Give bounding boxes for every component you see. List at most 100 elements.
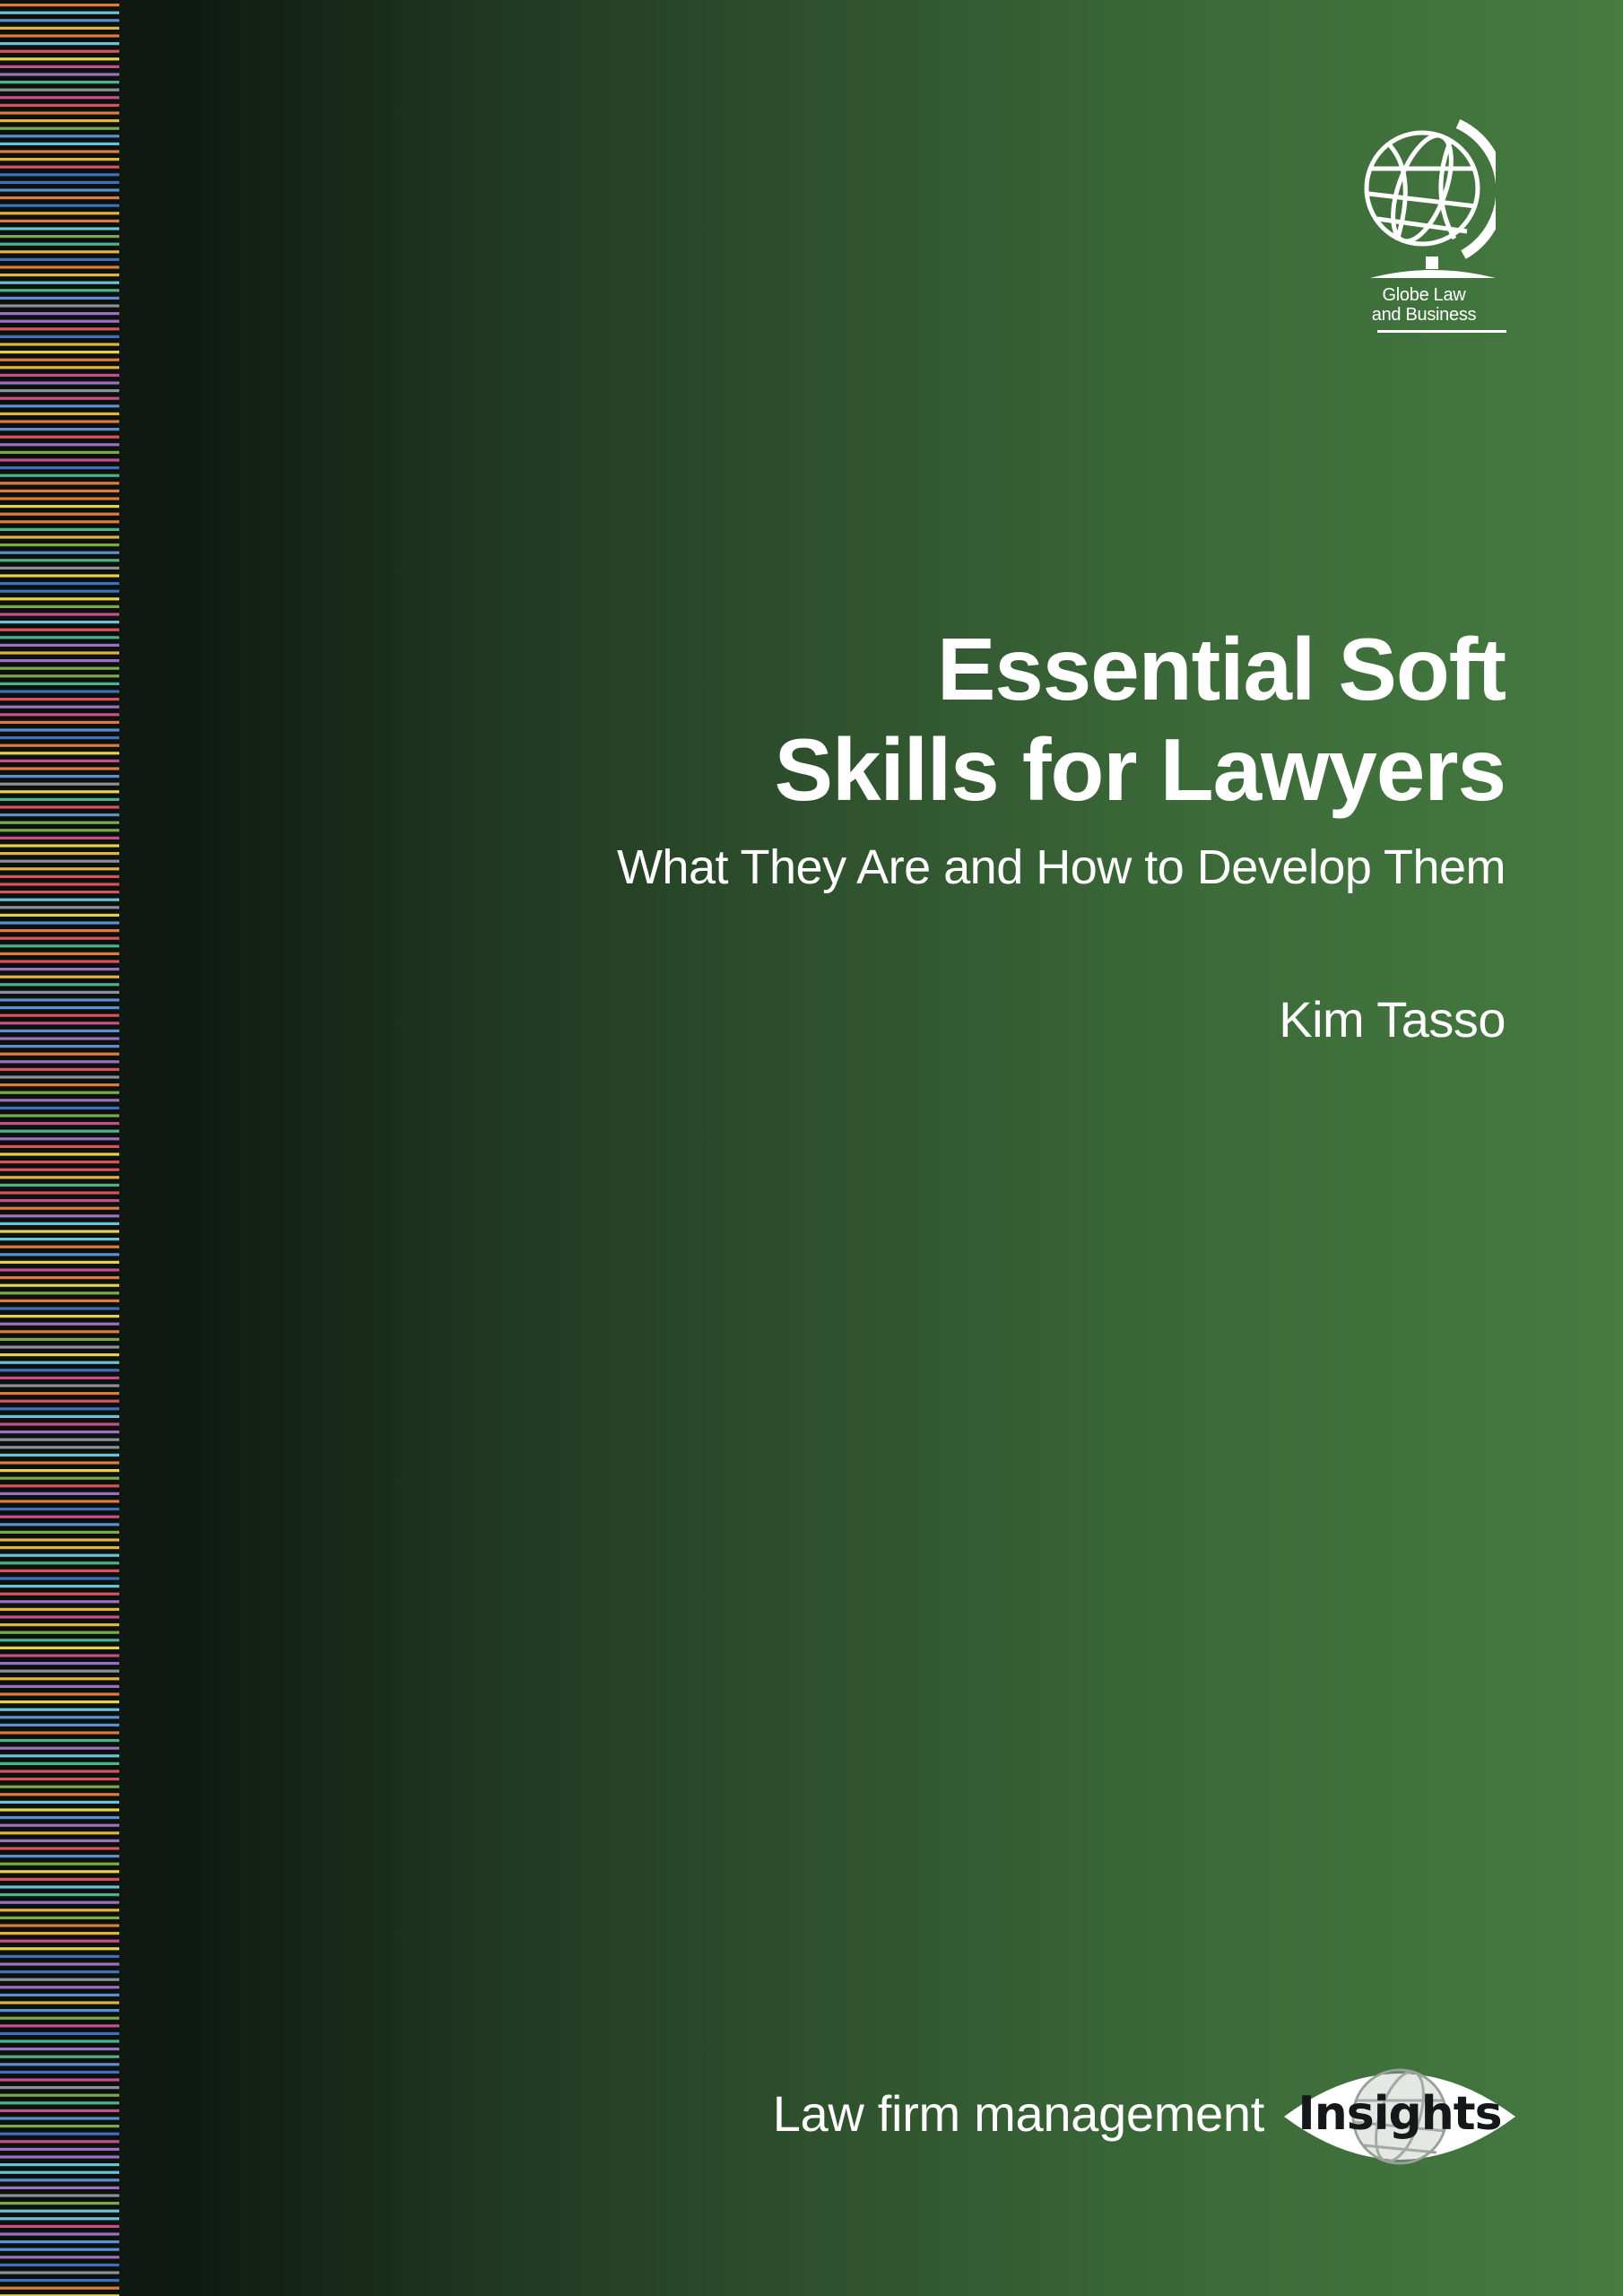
stripe-line: [0, 1137, 119, 1141]
stripe-line: [0, 1530, 119, 1534]
stripe-line: [0, 728, 119, 732]
stripe-line: [0, 651, 119, 655]
stripe-line: [0, 998, 119, 1002]
stripe-line: [0, 2048, 119, 2051]
stripe-line: [0, 720, 119, 724]
stripe-line: [0, 520, 119, 524]
stripe-line: [0, 604, 119, 608]
stripe-line: [0, 805, 119, 809]
stripe-line: [0, 1700, 119, 1704]
stripe-line: [0, 2024, 119, 2028]
stripe-line: [0, 1476, 119, 1480]
stripe-line: [0, 396, 119, 400]
stripe-line: [0, 1639, 119, 1642]
stripe-line: [0, 1292, 119, 1295]
stripe-line: [0, 1839, 119, 1842]
stripe-line: [0, 65, 119, 68]
stripe-line: [0, 535, 119, 539]
stripe-line: [0, 2078, 119, 2082]
stripe-line: [0, 1916, 119, 1919]
stripe-line: [0, 312, 119, 316]
stripe-line: [0, 852, 119, 856]
stripe-line: [0, 242, 119, 246]
stripe-line: [0, 1438, 119, 1441]
stripe-line: [0, 1099, 119, 1102]
stripe-line: [0, 775, 119, 778]
color-stripe-band: [0, 0, 119, 2296]
stripe-line: [0, 165, 119, 169]
stripe-line: [0, 790, 119, 794]
stripe-line: [0, 574, 119, 578]
stripe-line: [0, 1770, 119, 1773]
stripe-line: [0, 2240, 119, 2244]
stripe-line: [0, 119, 119, 123]
stripe-line: [0, 1083, 119, 1087]
stripe-line: [0, 705, 119, 709]
stripe-line: [0, 2224, 119, 2228]
stripe-line: [0, 983, 119, 987]
stripe-line: [0, 2286, 119, 2290]
stripe-line: [0, 1299, 119, 1302]
stripe-line: [0, 1793, 119, 1796]
stripe-line: [0, 1222, 119, 1225]
stripe-line: [0, 2202, 119, 2205]
stripe-line: [0, 150, 119, 153]
stripe-line: [0, 582, 119, 586]
publisher-name-line-2: and Business: [1371, 305, 1477, 325]
stripe-line: [0, 2055, 119, 2058]
stripe-line: [0, 736, 119, 740]
publisher-logo: Globe Law and Business: [1363, 113, 1506, 337]
stripe-line: [0, 173, 119, 177]
stripe-line: [0, 458, 119, 462]
stripe-line: [0, 1361, 119, 1364]
stripe-line: [0, 1492, 119, 1495]
stripe-line: [0, 1808, 119, 1812]
stripe-line: [0, 566, 119, 570]
stripe-line: [0, 2248, 119, 2251]
stripe-line: [0, 1561, 119, 1565]
stripe-line: [0, 821, 119, 824]
stripe-line: [0, 1877, 119, 1881]
stripe-line: [0, 674, 119, 678]
stripe-line: [0, 1924, 119, 1927]
stripe-line: [0, 1754, 119, 1758]
stripe-line: [0, 1322, 119, 1326]
stripe-line: [0, 204, 119, 207]
stripe-line: [0, 759, 119, 762]
stripe-line: [0, 659, 119, 663]
book-title-line-2: Skills for Lawyers: [774, 720, 1506, 819]
stripe-line: [0, 1006, 119, 1010]
series-label: Law firm management: [772, 2085, 1265, 2142]
stripe-line: [0, 2271, 119, 2274]
stripe-line: [0, 450, 119, 454]
stripe-line: [0, 589, 119, 593]
stripe-line: [0, 327, 119, 331]
stripe-line: [0, 559, 119, 562]
title-block: Essential Soft Skills for Lawyers What T…: [430, 619, 1506, 1049]
stripe-line: [0, 2109, 119, 2112]
stripe-line: [0, 1315, 119, 1318]
stripe-line: [0, 698, 119, 701]
stripe-line: [0, 544, 119, 547]
stripe-line: [0, 265, 119, 269]
stripe-line: [0, 1238, 119, 1241]
stripe-line: [0, 1152, 119, 1156]
stripe-line: [0, 527, 119, 531]
stripe-line: [0, 34, 119, 38]
stripe-pattern: [0, 4, 119, 2296]
stripe-line: [0, 1484, 119, 1488]
stripe-line: [0, 2101, 119, 2105]
stripe-line: [0, 81, 119, 84]
stripe-line: [0, 1060, 119, 1064]
stripe-line: [0, 1276, 119, 1280]
stripe-line: [0, 1623, 119, 1627]
stripe-line: [0, 2256, 119, 2259]
stripe-line: [0, 42, 119, 46]
stripe-line: [0, 1785, 119, 1788]
stripe-line: [0, 1553, 119, 1557]
stripe-line: [0, 1939, 119, 1943]
stripe-line: [0, 96, 119, 100]
stripe-line: [0, 250, 119, 254]
stripe-line: [0, 188, 119, 192]
stripe-line: [0, 944, 119, 948]
